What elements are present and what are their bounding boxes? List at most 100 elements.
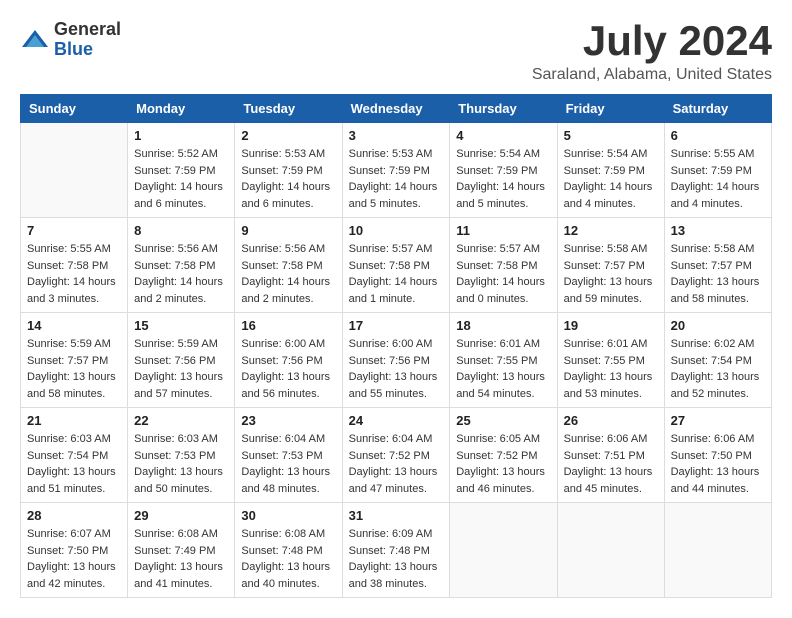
day-info: Sunrise: 6:08 AMSunset: 7:48 PMDaylight:… — [241, 526, 335, 592]
calendar-cell: 30 Sunrise: 6:08 AMSunset: 7:48 PMDayligh… — [235, 503, 342, 598]
calendar-cell: 28 Sunrise: 6:07 AMSunset: 7:50 PMDayligh… — [21, 503, 128, 598]
calendar-cell: 16 Sunrise: 6:00 AMSunset: 7:56 PMDayligh… — [235, 313, 342, 408]
calendar-cell — [450, 503, 557, 598]
day-number: 6 — [671, 128, 765, 143]
day-info: Sunrise: 5:57 AMSunset: 7:58 PMDaylight:… — [349, 241, 444, 307]
day-info: Sunrise: 6:02 AMSunset: 7:54 PMDaylight:… — [671, 336, 765, 402]
week-row-2: 7 Sunrise: 5:55 AMSunset: 7:58 PMDaylight… — [21, 218, 772, 313]
day-number: 27 — [671, 413, 765, 428]
day-info: Sunrise: 5:54 AMSunset: 7:59 PMDaylight:… — [564, 146, 658, 212]
day-info: Sunrise: 6:06 AMSunset: 7:50 PMDaylight:… — [671, 431, 765, 497]
calendar-cell: 17 Sunrise: 6:00 AMSunset: 7:56 PMDayligh… — [342, 313, 450, 408]
day-number: 25 — [456, 413, 550, 428]
logo-blue: Blue — [54, 40, 121, 60]
week-row-4: 21 Sunrise: 6:03 AMSunset: 7:54 PMDayligh… — [21, 408, 772, 503]
day-info: Sunrise: 5:59 AMSunset: 7:56 PMDaylight:… — [134, 336, 228, 402]
day-info: Sunrise: 5:54 AMSunset: 7:59 PMDaylight:… — [456, 146, 550, 212]
logo: General Blue — [20, 20, 121, 60]
day-number: 7 — [27, 223, 121, 238]
day-number: 21 — [27, 413, 121, 428]
day-info: Sunrise: 5:59 AMSunset: 7:57 PMDaylight:… — [27, 336, 121, 402]
day-number: 16 — [241, 318, 335, 333]
calendar-cell: 12 Sunrise: 5:58 AMSunset: 7:57 PMDayligh… — [557, 218, 664, 313]
calendar-cell: 7 Sunrise: 5:55 AMSunset: 7:58 PMDaylight… — [21, 218, 128, 313]
weekday-header-wednesday: Wednesday — [342, 95, 450, 123]
day-number: 12 — [564, 223, 658, 238]
calendar-cell — [557, 503, 664, 598]
month-year-title: July 2024 — [532, 20, 772, 62]
weekday-header-monday: Monday — [128, 95, 235, 123]
calendar-cell: 27 Sunrise: 6:06 AMSunset: 7:50 PMDayligh… — [664, 408, 771, 503]
day-number: 4 — [456, 128, 550, 143]
day-number: 30 — [241, 508, 335, 523]
calendar-cell: 31 Sunrise: 6:09 AMSunset: 7:48 PMDayligh… — [342, 503, 450, 598]
week-row-3: 14 Sunrise: 5:59 AMSunset: 7:57 PMDayligh… — [21, 313, 772, 408]
day-number: 13 — [671, 223, 765, 238]
calendar-cell: 4 Sunrise: 5:54 AMSunset: 7:59 PMDaylight… — [450, 123, 557, 218]
weekday-header-thursday: Thursday — [450, 95, 557, 123]
day-info: Sunrise: 5:55 AMSunset: 7:58 PMDaylight:… — [27, 241, 121, 307]
day-info: Sunrise: 5:53 AMSunset: 7:59 PMDaylight:… — [349, 146, 444, 212]
day-info: Sunrise: 6:08 AMSunset: 7:49 PMDaylight:… — [134, 526, 228, 592]
day-info: Sunrise: 6:04 AMSunset: 7:53 PMDaylight:… — [241, 431, 335, 497]
day-number: 28 — [27, 508, 121, 523]
day-info: Sunrise: 6:01 AMSunset: 7:55 PMDaylight:… — [456, 336, 550, 402]
calendar-cell: 23 Sunrise: 6:04 AMSunset: 7:53 PMDayligh… — [235, 408, 342, 503]
calendar-table: SundayMondayTuesdayWednesdayThursdayFrid… — [20, 94, 772, 598]
weekday-header-row: SundayMondayTuesdayWednesdayThursdayFrid… — [21, 95, 772, 123]
calendar-cell: 20Sunrise: 6:02 AMSunset: 7:54 PMDayligh… — [664, 313, 771, 408]
week-row-1: 1Sunrise: 5:52 AMSunset: 7:59 PMDaylight… — [21, 123, 772, 218]
day-number: 9 — [241, 223, 335, 238]
calendar-cell: 10 Sunrise: 5:57 AMSunset: 7:58 PMDayligh… — [342, 218, 450, 313]
day-info: Sunrise: 6:05 AMSunset: 7:52 PMDaylight:… — [456, 431, 550, 497]
calendar-cell: 8 Sunrise: 5:56 AMSunset: 7:58 PMDaylight… — [128, 218, 235, 313]
location-subtitle: Saraland, Alabama, United States — [532, 66, 772, 84]
day-info: Sunrise: 6:01 AMSunset: 7:55 PMDaylight:… — [564, 336, 658, 402]
calendar-cell: 14 Sunrise: 5:59 AMSunset: 7:57 PMDayligh… — [21, 313, 128, 408]
day-number: 29 — [134, 508, 228, 523]
calendar-cell: 22Sunrise: 6:03 AMSunset: 7:53 PMDayligh… — [128, 408, 235, 503]
calendar-cell: 29 Sunrise: 6:08 AMSunset: 7:49 PMDayligh… — [128, 503, 235, 598]
day-number: 26 — [564, 413, 658, 428]
day-info: Sunrise: 6:03 AMSunset: 7:54 PMDaylight:… — [27, 431, 121, 497]
weekday-header-sunday: Sunday — [21, 95, 128, 123]
weekday-header-tuesday: Tuesday — [235, 95, 342, 123]
calendar-cell: 13 Sunrise: 5:58 AMSunset: 7:57 PMDayligh… — [664, 218, 771, 313]
calendar-cell: 19Sunrise: 6:01 AMSunset: 7:55 PMDayligh… — [557, 313, 664, 408]
calendar-cell: 25 Sunrise: 6:05 AMSunset: 7:52 PMDayligh… — [450, 408, 557, 503]
day-number: 24 — [349, 413, 444, 428]
day-info: Sunrise: 6:00 AMSunset: 7:56 PMDaylight:… — [241, 336, 335, 402]
day-info: Sunrise: 5:56 AMSunset: 7:58 PMDaylight:… — [134, 241, 228, 307]
day-info: Sunrise: 6:04 AMSunset: 7:52 PMDaylight:… — [349, 431, 444, 497]
day-number: 17 — [349, 318, 444, 333]
day-number: 14 — [27, 318, 121, 333]
calendar-cell: 2 Sunrise: 5:53 AMSunset: 7:59 PMDaylight… — [235, 123, 342, 218]
calendar-cell: 6Sunrise: 5:55 AMSunset: 7:59 PMDaylight… — [664, 123, 771, 218]
calendar-cell: 26Sunrise: 6:06 AMSunset: 7:51 PMDayligh… — [557, 408, 664, 503]
weekday-header-friday: Friday — [557, 95, 664, 123]
day-number: 23 — [241, 413, 335, 428]
day-info: Sunrise: 5:53 AMSunset: 7:59 PMDaylight:… — [241, 146, 335, 212]
calendar-cell: 21 Sunrise: 6:03 AMSunset: 7:54 PMDayligh… — [21, 408, 128, 503]
day-info: Sunrise: 5:57 AMSunset: 7:58 PMDaylight:… — [456, 241, 550, 307]
day-info: Sunrise: 5:58 AMSunset: 7:57 PMDaylight:… — [564, 241, 658, 307]
weekday-header-saturday: Saturday — [664, 95, 771, 123]
day-info: Sunrise: 6:07 AMSunset: 7:50 PMDaylight:… — [27, 526, 121, 592]
calendar-cell: 15Sunrise: 5:59 AMSunset: 7:56 PMDayligh… — [128, 313, 235, 408]
day-info: Sunrise: 6:09 AMSunset: 7:48 PMDaylight:… — [349, 526, 444, 592]
day-number: 1 — [134, 128, 228, 143]
day-number: 10 — [349, 223, 444, 238]
day-number: 2 — [241, 128, 335, 143]
day-info: Sunrise: 6:00 AMSunset: 7:56 PMDaylight:… — [349, 336, 444, 402]
logo-icon — [20, 25, 50, 55]
day-number: 3 — [349, 128, 444, 143]
logo-text: General Blue — [54, 20, 121, 60]
day-number: 8 — [134, 223, 228, 238]
day-info: Sunrise: 5:58 AMSunset: 7:57 PMDaylight:… — [671, 241, 765, 307]
calendar-cell — [21, 123, 128, 218]
calendar-cell: 18Sunrise: 6:01 AMSunset: 7:55 PMDayligh… — [450, 313, 557, 408]
calendar-cell: 3 Sunrise: 5:53 AMSunset: 7:59 PMDaylight… — [342, 123, 450, 218]
logo-general: General — [54, 20, 121, 40]
day-number: 31 — [349, 508, 444, 523]
calendar-cell — [664, 503, 771, 598]
